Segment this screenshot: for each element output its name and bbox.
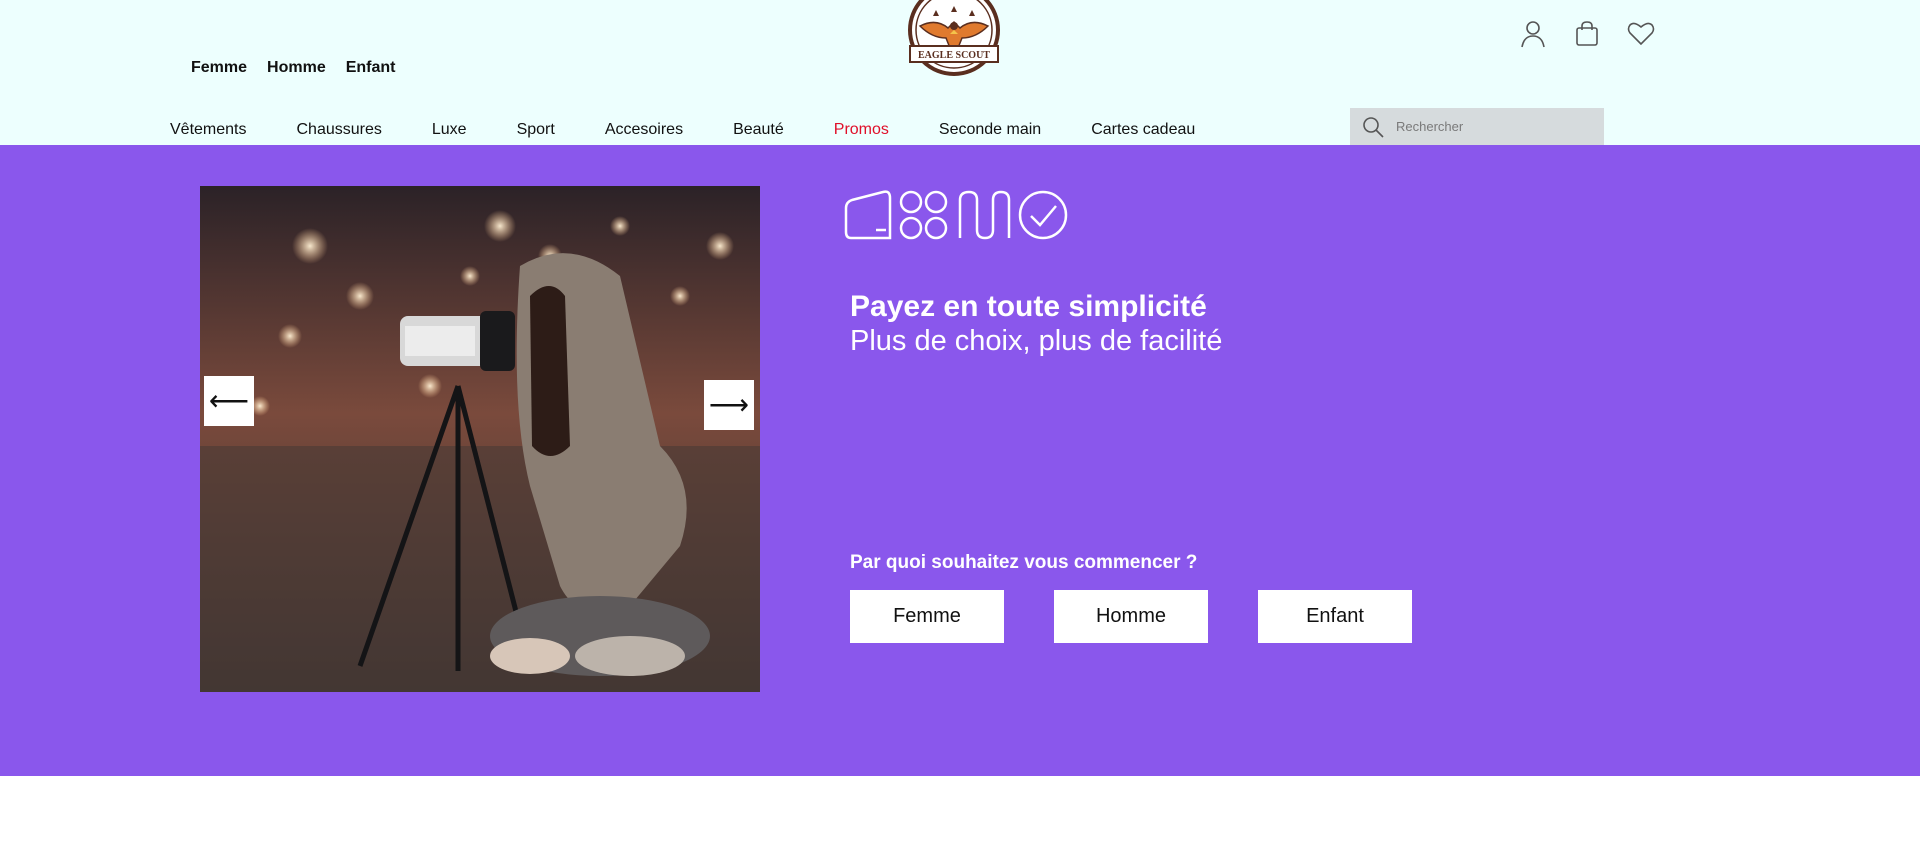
search-input[interactable] [1394, 118, 1598, 135]
wallet-icon [844, 190, 892, 240]
gender-nav: Femme Homme Enfant [191, 59, 396, 77]
arrow-left-icon: ⟵ [208, 385, 250, 416]
search-bar [1350, 108, 1604, 145]
gender-link-enfant[interactable]: Enfant [346, 59, 396, 77]
payment-method-icons [843, 190, 1068, 242]
heart-icon[interactable] [1626, 18, 1656, 50]
four-circles-icon [899, 190, 948, 240]
carousel-prev-button[interactable]: ⟵ [204, 376, 254, 426]
category-beaute[interactable]: Beauté [733, 121, 784, 139]
hero-banner: ⟵ ⟶ Payez en toute simplicité Plus de ch… [0, 145, 1920, 776]
gender-link-femme[interactable]: Femme [191, 59, 247, 77]
category-promos[interactable]: Promos [834, 121, 889, 139]
gender-link-homme[interactable]: Homme [267, 59, 326, 77]
search-icon[interactable] [1362, 115, 1386, 139]
category-vetements[interactable]: Vêtements [170, 121, 246, 139]
category-chaussures[interactable]: Chaussures [296, 121, 381, 139]
bag-icon[interactable] [1572, 18, 1602, 50]
loops-icon [958, 190, 1011, 240]
hero-subtitle: Plus de choix, plus de facilité [850, 325, 1223, 357]
account-icons [1518, 18, 1656, 50]
user-icon[interactable] [1518, 18, 1548, 50]
category-cartes-cadeau[interactable]: Cartes cadeau [1091, 121, 1195, 139]
category-nav: Vêtements Chaussures Luxe Sport Accesoir… [170, 121, 1245, 139]
site-header: Femme Homme Enfant EAGLE SCOUT Vêtements… [0, 0, 1920, 145]
choice-enfant-button[interactable]: Enfant [1258, 590, 1412, 643]
start-choices: Femme Homme Enfant [850, 590, 1412, 643]
category-accesoires[interactable]: Accesoires [605, 121, 683, 139]
checkmark-circle-icon [1018, 190, 1068, 240]
carousel-next-button[interactable]: ⟶ [704, 380, 754, 430]
arrow-right-icon: ⟶ [708, 389, 750, 420]
start-question: Par quoi souhaitez vous commencer ? [850, 552, 1198, 573]
category-seconde-main[interactable]: Seconde main [939, 121, 1041, 139]
category-luxe[interactable]: Luxe [432, 121, 467, 139]
category-sport[interactable]: Sport [517, 121, 555, 139]
hero-title: Payez en toute simplicité [850, 290, 1207, 323]
svg-text:EAGLE SCOUT: EAGLE SCOUT [918, 50, 990, 61]
choice-homme-button[interactable]: Homme [1054, 590, 1208, 643]
eagle-scout-logo[interactable]: EAGLE SCOUT [906, 0, 1002, 76]
choice-femme-button[interactable]: Femme [850, 590, 1004, 643]
hero-photo: ⟵ ⟶ [200, 186, 760, 692]
